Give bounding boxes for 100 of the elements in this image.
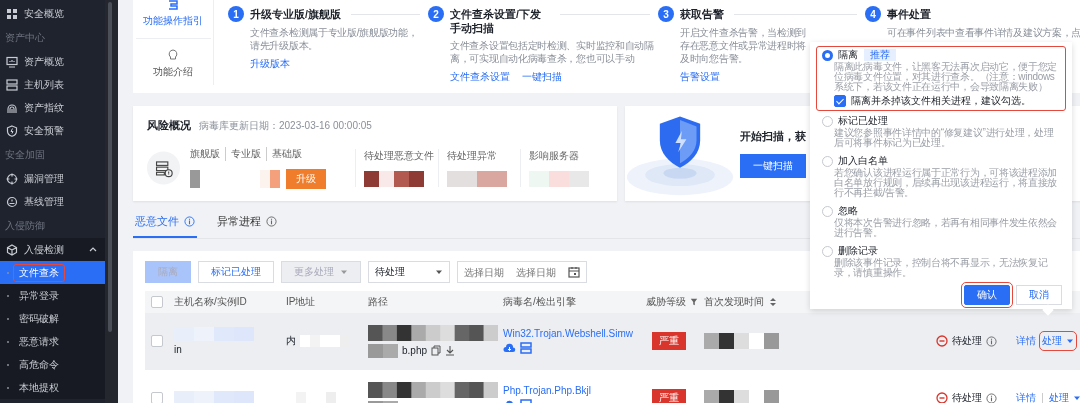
edition-label: 基础版 [265,147,302,161]
section-label: 入侵防御 [4,219,46,233]
tab[interactable]: 恶意文件 [133,207,197,238]
redaction-mosaic [446,171,507,187]
guide-tab[interactable]: 功能操作指引 [143,0,203,36]
sidebar-item[interactable]: 资产指纹 [0,96,105,119]
table-cell: b.php [402,345,428,356]
guide-icon [168,0,178,10]
link[interactable]: 升级版本 [250,57,290,71]
process-link[interactable]: 处理 [1042,334,1074,348]
details-link[interactable]: 详情 [1016,391,1036,403]
threat-badge: 严重 [652,389,686,403]
status-text: 待处理 [952,391,982,403]
server-icon [6,78,18,91]
info-icon [266,216,277,227]
copy-icon [431,345,442,356]
server-icon [520,342,532,354]
sidebar-item[interactable]: 文件查杀 [0,261,105,284]
update-date: 病毒库更新日期：2023-03-16 00:00:05 [199,119,372,133]
details-link[interactable]: 详情 [1016,334,1036,348]
radio-button[interactable]: 删除记录 [822,245,878,257]
sidebar-item[interactable]: 高危命令 [0,353,105,376]
scan-button[interactable]: 一键扫描 [740,154,806,178]
link[interactable]: 文件查杀设置 [450,70,510,84]
link[interactable]: 一键扫描 [522,70,562,84]
stat-label: 待处理异常 [446,149,498,163]
sidebar-item[interactable]: 恶意请求 [0,330,105,353]
monitor-icon [6,55,18,68]
radio-button[interactable]: 忽略 [822,205,858,217]
option-description: 若您确认该进程运行属于正常行为，可将该进程添加白名单放行规则，后续再出现该进程运行，将直接放行不再拦截/告警。 [834,168,1059,198]
target-icon [6,172,18,185]
filter-icon [690,297,698,307]
info-icon [986,392,997,403]
sidebar-item[interactable]: 本地提权 [0,376,105,399]
stat-label: 影响服务器 [529,149,581,163]
step-title: 文件查杀设置/下发手动扫描 [450,7,542,35]
sidebar-item[interactable]: 密码破解 [0,307,105,330]
info-icon [184,216,195,227]
recommend-tag: 推荐 [864,49,896,61]
redaction-mosaic [363,171,424,187]
sidebar-item[interactable]: 安全预警 [0,119,105,142]
mark-handled-button[interactable]: 标记已处理 [198,261,274,283]
scrollbar[interactable] [105,0,118,403]
step-description: 可在事件列表中查看事件详情及建议方案，点 [887,26,1080,39]
step-description: 文件查杀设置包括定时检测、实时监控和自动隔离，可实现自动化病毒查杀，您也可以手动 [450,39,654,65]
process-link[interactable]: 处理 [1049,391,1080,403]
section-label: 安全加固 [4,148,46,162]
sidebar-item[interactable]: 主机列表 [0,73,105,96]
shield-icon [6,124,18,137]
option-description: 删除该事件记录，控制台将不再显示，无法恢复记录，请慎重操作。 [834,258,1049,278]
caret-icon [435,268,443,276]
column-header: 主机名称/实例ID [174,295,247,309]
step-number: 1 [228,6,244,22]
sidebar-item[interactable]: 异常登录 [0,284,105,307]
tab[interactable]: 异常进程 [215,207,279,238]
threat-badge: 严重 [652,332,686,350]
checkbox[interactable] [151,335,163,347]
checkbox[interactable] [151,296,163,308]
step-title: 事件处置 [887,7,931,21]
option-description: 建议您参照事件详情中的“修复建议”进行处理，处理后可将事件标记为已处理。 [834,128,1055,148]
cube-icon [6,243,18,256]
sidebar-item[interactable]: 漏洞管理 [0,167,105,190]
status-select[interactable]: 待处理 [368,261,450,283]
checkbox[interactable] [151,392,163,403]
chevron-icon [89,245,97,254]
server-alert-icon [147,149,180,187]
step-description: 文件查杀检测属于专业版/旗舰版功能，请先升级版本。 [250,26,419,52]
column-header: 首次发现时间 [704,295,764,309]
section-label: 资产中心 [4,31,46,45]
virus-name-link[interactable]: Win32.Trojan.Webshell.Simw [503,328,640,339]
scan-title: 开始扫描，获 [740,129,806,144]
step-title: 升级专业版/旗舰版 [250,7,341,21]
edition-label: 专业版 [224,147,261,161]
sidebar-item[interactable]: 基线管理 [0,190,105,213]
confirm-button[interactable]: 确认 [964,285,1010,305]
step-title: 获取告警 [680,7,724,21]
calendar-icon [568,266,580,278]
card-title: 风险概况 [147,118,191,133]
cancel-button[interactable]: 取消 [1016,285,1062,305]
bulb-icon [167,49,179,61]
table-cell: 内 [286,334,296,348]
sort-icon [768,297,778,307]
guide-tab[interactable]: 功能介绍 [153,49,193,87]
link[interactable]: 告警设置 [680,70,720,84]
cloud-icon [503,342,516,354]
caret-icon [1066,337,1074,345]
step-description: 开启文件查杀告警，当检测到存在恶意文件或异常进程时将及时向您告警。 [680,26,808,65]
virus-name-link[interactable]: Php.Trojan.Php.Bkjl [503,385,640,396]
column-header: 威胁等级 [646,295,686,309]
sidebar-item[interactable]: 安全概览 [0,2,105,25]
checkbox[interactable]: 隔离并杀掉该文件相关进程，建议勾选。 [834,95,1060,107]
caret-icon [340,268,348,276]
sidebar-item[interactable]: 资产概览 [0,50,105,73]
radio-button[interactable]: 标记已处理 [822,115,888,127]
table-cell-text: in [174,344,183,355]
sidebar-group[interactable]: 入侵检测 [0,238,105,261]
stat-label: 待处理恶意文件 [363,149,435,163]
column-header: 病毒名/检出引擎 [503,295,576,309]
radio-button[interactable]: 加入白名单 [822,155,888,167]
radio-button[interactable]: 隔离 [822,49,858,61]
